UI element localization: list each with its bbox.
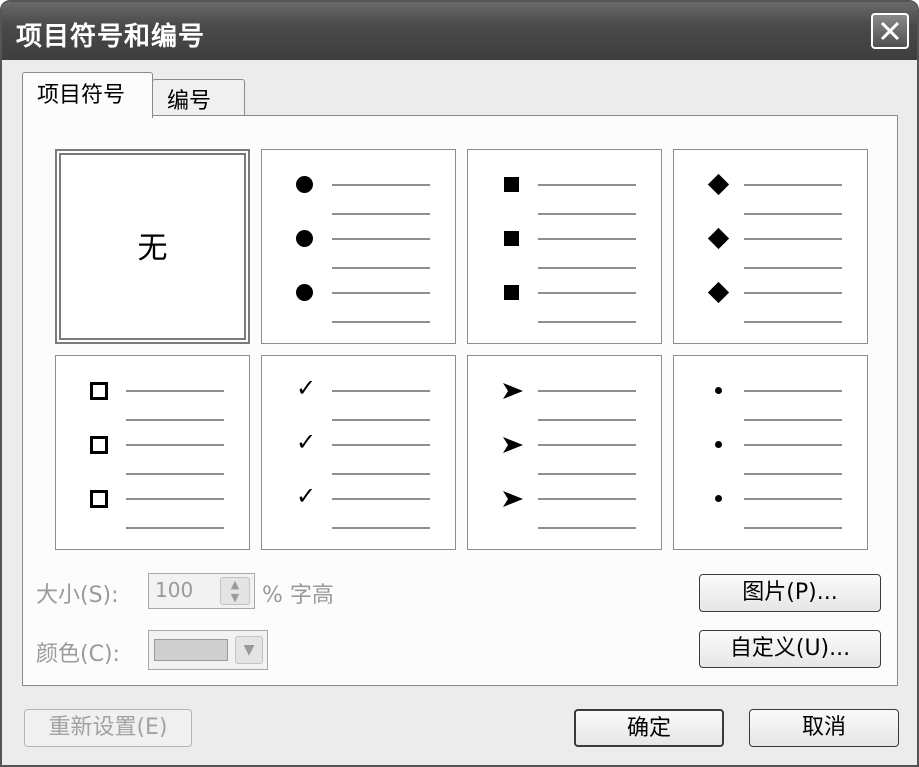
bullet-style-filled-circle[interactable] (261, 149, 456, 344)
filled-square-icon (504, 177, 519, 192)
small-dot-icon (715, 495, 722, 502)
size-value: 100 (155, 578, 194, 602)
filled-diamond-icon (707, 281, 730, 304)
arrowhead-icon (503, 437, 523, 453)
size-label: 大小(S): (36, 583, 119, 608)
filled-circle-icon (296, 176, 313, 193)
filled-circle-icon (296, 230, 313, 247)
color-label: 颜色(C): (36, 642, 120, 667)
color-dropdown[interactable]: ▼ (148, 630, 268, 670)
size-unit-label: % 字高 (262, 583, 334, 608)
size-spinbox[interactable]: 100 ▲ ▼ (148, 573, 255, 609)
close-icon (880, 21, 900, 41)
bullet-style-filled-square[interactable] (467, 149, 662, 344)
cancel-button[interactable]: 取消 (749, 709, 899, 747)
picture-button[interactable]: 图片(P)... (699, 574, 881, 612)
tab-numbering[interactable]: 编号 (152, 79, 245, 115)
chevron-down-icon[interactable]: ▼ (235, 636, 263, 664)
reset-button[interactable]: 重新设置(E) (24, 709, 192, 747)
bullet-style-small-dot[interactable] (673, 355, 868, 550)
color-swatch (154, 639, 228, 661)
customize-button[interactable]: 自定义(U)... (699, 630, 881, 668)
small-dot-icon (715, 387, 722, 394)
dialog-title: 项目符号和编号 (16, 22, 206, 52)
checkmark-icon: ✓ (296, 428, 317, 456)
hollow-square-icon (90, 382, 108, 400)
bullet-style-filled-diamond[interactable] (673, 149, 868, 344)
ok-button[interactable]: 确定 (574, 709, 724, 747)
hollow-square-icon (90, 436, 108, 454)
none-label: 无 (137, 231, 168, 266)
arrowhead-icon (503, 491, 523, 507)
arrowhead-icon (503, 383, 523, 399)
checkmark-icon: ✓ (296, 482, 317, 510)
hollow-square-icon (90, 490, 108, 508)
bullet-style-hollow-square[interactable] (55, 355, 250, 550)
bullet-style-checkmark[interactable]: ✓ ✓ ✓ (261, 355, 456, 550)
filled-diamond-icon (707, 227, 730, 250)
filled-square-icon (504, 231, 519, 246)
title-bar[interactable]: 项目符号和编号 (2, 2, 917, 60)
tab-bullets[interactable]: 项目符号 (22, 72, 153, 118)
checkmark-icon: ✓ (296, 374, 317, 402)
spin-arrows-icon[interactable]: ▲ ▼ (220, 577, 250, 605)
close-button[interactable] (871, 13, 909, 49)
filled-circle-icon (296, 284, 313, 301)
filled-diamond-icon (707, 173, 730, 196)
filled-square-icon (504, 285, 519, 300)
bullet-style-none[interactable]: 无 (55, 149, 250, 344)
bullet-style-arrowhead[interactable] (467, 355, 662, 550)
bullets-numbering-dialog: 项目符号和编号 项目符号 编号 无 ✓ ✓ ✓ 大小(S): 100 ▲ ▼ %… (0, 0, 919, 767)
small-dot-icon (715, 441, 722, 448)
